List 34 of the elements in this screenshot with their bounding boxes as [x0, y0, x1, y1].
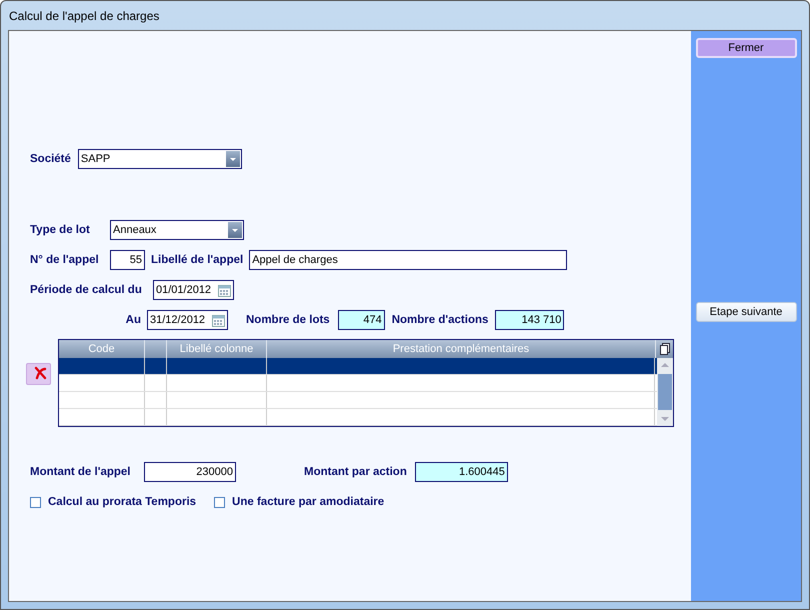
field-label: Nombre de lots	[246, 314, 330, 326]
checkbox[interactable]	[30, 496, 41, 508]
field-label: Libellé de l'appel	[151, 254, 244, 266]
date-field[interactable]: 01/01/2012	[153, 280, 234, 300]
field-label: Montant de l'appel	[30, 466, 132, 478]
window-title: Calcul de l'appel de charges	[8, 8, 160, 24]
field-label: Période de calcul du	[30, 284, 143, 296]
delete-button[interactable]	[26, 363, 51, 385]
company-dropdown[interactable]: SAPP	[78, 149, 242, 169]
checkbox-label: Une facture par amodiataire	[232, 496, 384, 508]
field-label: Nombre d'actions	[392, 314, 488, 326]
table-row[interactable]	[59, 358, 657, 375]
label-field[interactable]: Appel de charges	[249, 250, 568, 270]
field-label: Au	[124, 314, 142, 326]
amount-per-share-field[interactable]: 1.600445	[414, 462, 508, 482]
field-label: N° de l'appel	[30, 254, 100, 266]
scrollbar[interactable]	[657, 358, 673, 426]
action-button[interactable]: Fermer	[696, 38, 796, 58]
checkbox[interactable]	[214, 496, 226, 508]
calendar-icon[interactable]	[212, 314, 225, 326]
amount-field[interactable]: 230000	[144, 462, 236, 482]
number-field[interactable]: 55	[110, 250, 145, 270]
action-button[interactable]: Etape suivante	[696, 302, 796, 322]
column-picker-icon[interactable]	[660, 343, 670, 355]
share-count-field[interactable]: 143 710	[495, 310, 564, 330]
field-label: Montant par action	[304, 466, 407, 478]
field-label: Société	[30, 153, 71, 165]
field-label: Type de lot	[30, 224, 91, 236]
date-field[interactable]: 31/12/2012	[147, 310, 228, 330]
calendar-icon[interactable]	[218, 284, 231, 296]
lot-count-field[interactable]: 474	[338, 310, 385, 330]
cross-icon	[33, 366, 49, 380]
checkbox-label: Calcul au prorata Temporis	[48, 496, 196, 508]
lot-type-dropdown[interactable]: Anneaux	[110, 220, 244, 240]
